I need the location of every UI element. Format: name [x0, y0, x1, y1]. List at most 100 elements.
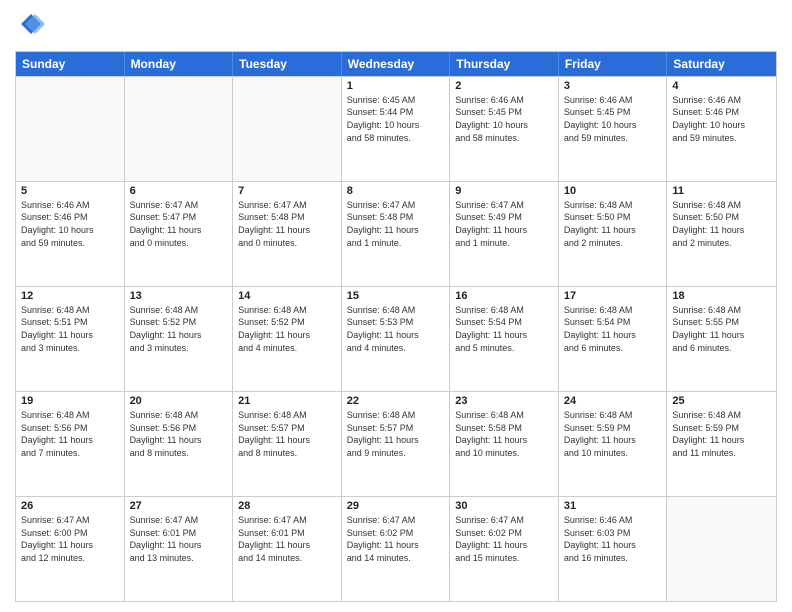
cell-day-number: 28 [238, 500, 336, 512]
cell-day-number: 10 [564, 185, 662, 197]
cal-cell [667, 497, 776, 601]
cell-info: Sunrise: 6:48 AM Sunset: 5:52 PM Dayligh… [238, 304, 336, 354]
cell-day-number: 25 [672, 395, 771, 407]
cell-day-number: 14 [238, 290, 336, 302]
cell-info: Sunrise: 6:48 AM Sunset: 5:59 PM Dayligh… [564, 409, 662, 459]
cell-info: Sunrise: 6:48 AM Sunset: 5:58 PM Dayligh… [455, 409, 553, 459]
cal-cell: 5 Sunrise: 6:46 AM Sunset: 5:46 PM Daylig… [16, 182, 125, 286]
cal-week-2: 12 Sunrise: 6:48 AM Sunset: 5:51 PM Dayli… [16, 286, 776, 391]
cell-day-number: 3 [564, 80, 662, 92]
cell-day-number: 13 [130, 290, 228, 302]
header [15, 10, 777, 43]
cell-day-number: 8 [347, 185, 445, 197]
cal-cell: 11 Sunrise: 6:48 AM Sunset: 5:50 PM Dayli… [667, 182, 776, 286]
cell-info: Sunrise: 6:47 AM Sunset: 5:49 PM Dayligh… [455, 199, 553, 249]
cal-cell: 7 Sunrise: 6:47 AM Sunset: 5:48 PM Daylig… [233, 182, 342, 286]
cal-header-cell-thursday: Thursday [450, 52, 559, 76]
cal-cell: 19 Sunrise: 6:48 AM Sunset: 5:56 PM Dayli… [16, 392, 125, 496]
cal-cell: 1 Sunrise: 6:45 AM Sunset: 5:44 PM Daylig… [342, 77, 451, 181]
cal-cell: 30 Sunrise: 6:47 AM Sunset: 6:02 PM Dayli… [450, 497, 559, 601]
cell-day-number: 17 [564, 290, 662, 302]
cal-cell [233, 77, 342, 181]
cell-info: Sunrise: 6:47 AM Sunset: 5:48 PM Dayligh… [238, 199, 336, 249]
cell-day-number: 11 [672, 185, 771, 197]
cal-cell: 3 Sunrise: 6:46 AM Sunset: 5:45 PM Daylig… [559, 77, 668, 181]
cell-info: Sunrise: 6:48 AM Sunset: 5:52 PM Dayligh… [130, 304, 228, 354]
cal-cell: 16 Sunrise: 6:48 AM Sunset: 5:54 PM Dayli… [450, 287, 559, 391]
cell-day-number: 1 [347, 80, 445, 92]
cell-day-number: 12 [21, 290, 119, 302]
cal-header-cell-sunday: Sunday [16, 52, 125, 76]
cell-info: Sunrise: 6:47 AM Sunset: 6:01 PM Dayligh… [130, 514, 228, 564]
page: SundayMondayTuesdayWednesdayThursdayFrid… [0, 0, 792, 612]
cell-info: Sunrise: 6:48 AM Sunset: 5:54 PM Dayligh… [564, 304, 662, 354]
cell-info: Sunrise: 6:47 AM Sunset: 5:48 PM Dayligh… [347, 199, 445, 249]
cell-day-number: 27 [130, 500, 228, 512]
cal-week-3: 19 Sunrise: 6:48 AM Sunset: 5:56 PM Dayli… [16, 391, 776, 496]
cell-info: Sunrise: 6:46 AM Sunset: 6:03 PM Dayligh… [564, 514, 662, 564]
cell-info: Sunrise: 6:48 AM Sunset: 5:55 PM Dayligh… [672, 304, 771, 354]
cell-info: Sunrise: 6:48 AM Sunset: 5:56 PM Dayligh… [130, 409, 228, 459]
cell-day-number: 23 [455, 395, 553, 407]
cell-day-number: 21 [238, 395, 336, 407]
cell-day-number: 5 [21, 185, 119, 197]
cell-day-number: 31 [564, 500, 662, 512]
cal-cell [125, 77, 234, 181]
cal-cell: 6Sunrise: 6:47 AM Sunset: 5:47 PM Daylig… [125, 182, 234, 286]
cal-cell: 27 Sunrise: 6:47 AM Sunset: 6:01 PM Dayli… [125, 497, 234, 601]
cell-day-number: 7 [238, 185, 336, 197]
cal-cell: 23 Sunrise: 6:48 AM Sunset: 5:58 PM Dayli… [450, 392, 559, 496]
cell-info: Sunrise: 6:48 AM Sunset: 5:50 PM Dayligh… [672, 199, 771, 249]
cell-info: Sunrise: 6:47 AM Sunset: 5:47 PM Dayligh… [130, 199, 228, 249]
cell-day-number: 9 [455, 185, 553, 197]
cal-cell: 25Sunrise: 6:48 AM Sunset: 5:59 PM Dayli… [667, 392, 776, 496]
cal-cell: 31 Sunrise: 6:46 AM Sunset: 6:03 PM Dayli… [559, 497, 668, 601]
cell-info: Sunrise: 6:47 AM Sunset: 6:00 PM Dayligh… [21, 514, 119, 564]
cell-info: Sunrise: 6:47 AM Sunset: 6:02 PM Dayligh… [455, 514, 553, 564]
cell-info: Sunrise: 6:48 AM Sunset: 5:50 PM Dayligh… [564, 199, 662, 249]
cell-info: Sunrise: 6:47 AM Sunset: 6:02 PM Dayligh… [347, 514, 445, 564]
cell-day-number: 2 [455, 80, 553, 92]
cal-cell: 22Sunrise: 6:48 AM Sunset: 5:57 PM Dayli… [342, 392, 451, 496]
cell-info: Sunrise: 6:46 AM Sunset: 5:45 PM Dayligh… [564, 94, 662, 144]
cell-info: Sunrise: 6:48 AM Sunset: 5:56 PM Dayligh… [21, 409, 119, 459]
cal-cell: 18 Sunrise: 6:48 AM Sunset: 5:55 PM Dayli… [667, 287, 776, 391]
cell-day-number: 19 [21, 395, 119, 407]
cal-cell: 29 Sunrise: 6:47 AM Sunset: 6:02 PM Dayli… [342, 497, 451, 601]
cal-cell: 12 Sunrise: 6:48 AM Sunset: 5:51 PM Dayli… [16, 287, 125, 391]
cell-info: Sunrise: 6:46 AM Sunset: 5:45 PM Dayligh… [455, 94, 553, 144]
cell-day-number: 20 [130, 395, 228, 407]
cal-cell [16, 77, 125, 181]
cal-cell: 2 Sunrise: 6:46 AM Sunset: 5:45 PM Daylig… [450, 77, 559, 181]
cal-cell: 9 Sunrise: 6:47 AM Sunset: 5:49 PM Daylig… [450, 182, 559, 286]
cell-day-number: 18 [672, 290, 771, 302]
cal-cell: 4Sunrise: 6:46 AM Sunset: 5:46 PM Daylig… [667, 77, 776, 181]
logo-icon [17, 10, 45, 38]
cal-header-cell-saturday: Saturday [667, 52, 776, 76]
cal-cell: 28 Sunrise: 6:47 AM Sunset: 6:01 PM Dayli… [233, 497, 342, 601]
cell-day-number: 15 [347, 290, 445, 302]
cal-cell: 26Sunrise: 6:47 AM Sunset: 6:00 PM Dayli… [16, 497, 125, 601]
cell-info: Sunrise: 6:48 AM Sunset: 5:53 PM Dayligh… [347, 304, 445, 354]
cell-day-number: 16 [455, 290, 553, 302]
cell-info: Sunrise: 6:45 AM Sunset: 5:44 PM Dayligh… [347, 94, 445, 144]
calendar-header-row: SundayMondayTuesdayWednesdayThursdayFrid… [16, 52, 776, 76]
calendar-body: 1 Sunrise: 6:45 AM Sunset: 5:44 PM Daylig… [16, 76, 776, 601]
cell-info: Sunrise: 6:46 AM Sunset: 5:46 PM Dayligh… [21, 199, 119, 249]
cal-cell: 10 Sunrise: 6:48 AM Sunset: 5:50 PM Dayli… [559, 182, 668, 286]
cal-cell: 14 Sunrise: 6:48 AM Sunset: 5:52 PM Dayli… [233, 287, 342, 391]
cell-info: Sunrise: 6:47 AM Sunset: 6:01 PM Dayligh… [238, 514, 336, 564]
cal-header-cell-friday: Friday [559, 52, 668, 76]
cell-day-number: 29 [347, 500, 445, 512]
cell-info: Sunrise: 6:48 AM Sunset: 5:51 PM Dayligh… [21, 304, 119, 354]
cell-info: Sunrise: 6:46 AM Sunset: 5:46 PM Dayligh… [672, 94, 771, 144]
cal-cell: 13 Sunrise: 6:48 AM Sunset: 5:52 PM Dayli… [125, 287, 234, 391]
cell-info: Sunrise: 6:48 AM Sunset: 5:54 PM Dayligh… [455, 304, 553, 354]
cell-day-number: 24 [564, 395, 662, 407]
cal-cell: 8 Sunrise: 6:47 AM Sunset: 5:48 PM Daylig… [342, 182, 451, 286]
cell-day-number: 22 [347, 395, 445, 407]
cell-day-number: 30 [455, 500, 553, 512]
cal-cell: 15 Sunrise: 6:48 AM Sunset: 5:53 PM Dayli… [342, 287, 451, 391]
cal-header-cell-tuesday: Tuesday [233, 52, 342, 76]
cal-cell: 24 Sunrise: 6:48 AM Sunset: 5:59 PM Dayli… [559, 392, 668, 496]
